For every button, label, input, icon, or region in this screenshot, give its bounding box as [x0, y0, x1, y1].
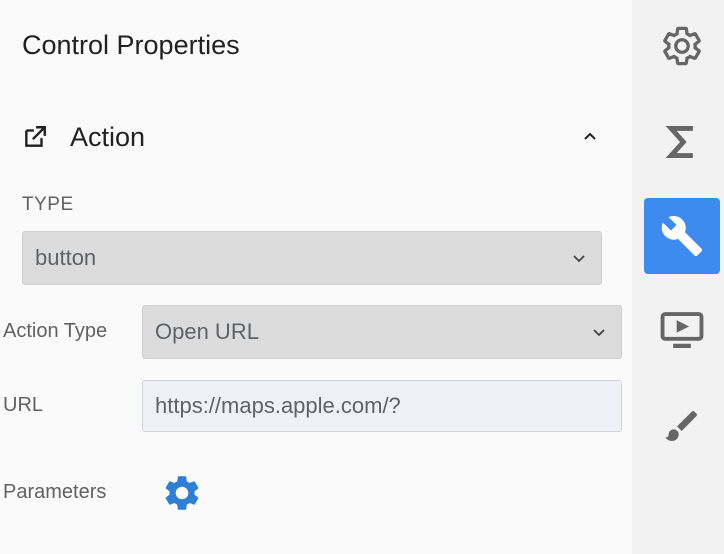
open-in-new-icon — [25, 126, 46, 147]
action-type-label: Action Type — [3, 320, 108, 342]
preview-icon — [660, 312, 704, 349]
rail-wrench-button[interactable] — [644, 198, 720, 274]
type-select[interactable]: button — [22, 231, 602, 285]
panel-title: Control Properties — [22, 30, 240, 60]
sigma-icon — [665, 125, 693, 159]
brush-icon — [665, 411, 697, 441]
section-title: Action — [70, 122, 146, 152]
chevron-down-icon — [573, 255, 585, 263]
gear-icon[interactable] — [161, 472, 203, 514]
rail-sigma-button[interactable] — [644, 104, 720, 180]
rail-brush-button[interactable] — [644, 388, 720, 464]
chevron-up-icon[interactable] — [580, 126, 600, 146]
rail-settings-button[interactable] — [644, 8, 720, 84]
type-label: TYPE — [22, 194, 74, 215]
wrench-icon — [661, 216, 703, 257]
parameters-label: Parameters — [3, 481, 107, 503]
control-properties-panel: Control Properties Action TYPE button Ac… — [0, 0, 632, 554]
url-input[interactable] — [142, 380, 622, 432]
type-select-value: button — [35, 245, 97, 270]
rail-preview-button[interactable] — [644, 292, 720, 368]
chevron-down-icon — [593, 329, 605, 337]
action-type-value: Open URL — [155, 319, 259, 344]
url-label: URL — [3, 394, 44, 416]
settings-icon — [663, 26, 701, 66]
action-section-header[interactable]: Action — [22, 118, 612, 162]
action-type-select[interactable]: Open URL — [142, 305, 622, 359]
